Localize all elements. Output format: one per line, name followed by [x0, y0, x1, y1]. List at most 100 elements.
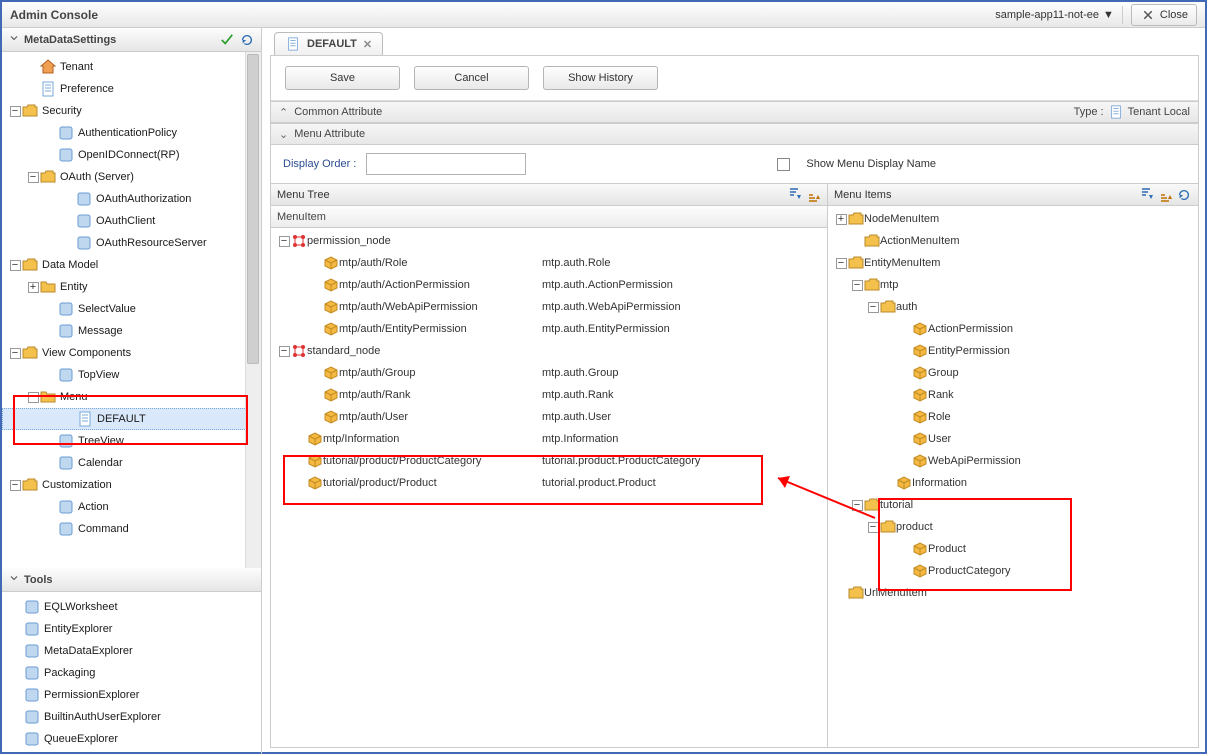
sort-up-icon[interactable] [1157, 187, 1173, 203]
menu-items-row[interactable]: ActionPermission [828, 318, 1198, 340]
save-button[interactable]: Save [285, 66, 400, 90]
sidebar-item[interactable]: −OAuth (Server) [2, 166, 261, 188]
menu-tree-row[interactable]: mtp/auth/ActionPermissionmtp.auth.Action… [271, 274, 827, 296]
tools-item[interactable]: BuiltinAuthUserExplorer [2, 706, 261, 728]
menu-tree-row[interactable]: −permission_node [271, 230, 827, 252]
toggle-icon[interactable]: − [277, 345, 291, 357]
menu-tree-row[interactable]: mtp/Informationmtp.Information [271, 428, 827, 450]
sort-down-icon[interactable] [1138, 187, 1154, 203]
sidebar-item[interactable]: TreeView [2, 430, 261, 452]
menu-attribute-header[interactable]: ⌄ Menu Attribute [271, 123, 1198, 145]
sidebar-item[interactable]: −Customization [2, 474, 261, 496]
sidebar-item[interactable]: OAuthAuthorization [2, 188, 261, 210]
sidebar-item[interactable]: SelectValue [2, 298, 261, 320]
menu-tree-row[interactable]: mtp/auth/Rolemtp.auth.Role [271, 252, 827, 274]
refresh-icon[interactable] [1176, 187, 1192, 203]
sidebar-item[interactable]: TopView [2, 364, 261, 386]
sidebar-item[interactable]: DEFAULT [2, 408, 261, 430]
app-selector[interactable]: sample-app11-not-ee ▼ [995, 9, 1114, 21]
show-history-button[interactable]: Show History [543, 66, 658, 90]
toggle-icon[interactable]: + [26, 281, 40, 293]
sidebar-item[interactable]: Action [2, 496, 261, 518]
sidebar-item[interactable]: OAuthResourceServer [2, 232, 261, 254]
toggle-icon[interactable]: − [850, 499, 864, 511]
sidebar-item[interactable]: Command [2, 518, 261, 540]
toggle-icon[interactable]: − [850, 279, 864, 291]
toggle-icon[interactable]: − [8, 105, 22, 117]
tools-item[interactable]: EQLWorksheet [2, 596, 261, 618]
menu-items-row[interactable]: −tutorial [828, 494, 1198, 516]
toggle-icon[interactable]: − [8, 479, 22, 491]
menu-items-row[interactable]: User [828, 428, 1198, 450]
menu-items-row[interactable]: WebApiPermission [828, 450, 1198, 472]
refresh-icon[interactable] [239, 32, 255, 48]
scrollbar[interactable] [245, 52, 261, 568]
toggle-icon[interactable]: − [277, 235, 291, 247]
sort-up-icon[interactable] [805, 187, 821, 203]
toggle-icon[interactable]: − [26, 391, 40, 403]
menu-items-label: Rank [928, 389, 954, 401]
menu-items-row[interactable]: −EntityMenuItem [828, 252, 1198, 274]
menu-items-row[interactable]: Group [828, 362, 1198, 384]
cancel-button[interactable]: Cancel [414, 66, 529, 90]
toggle-icon[interactable]: + [834, 213, 848, 225]
sidebar-item[interactable]: Tenant [2, 56, 261, 78]
sidebar-item[interactable]: −Menu [2, 386, 261, 408]
menu-items-row[interactable]: ActionMenuItem [828, 230, 1198, 252]
tools-item-label: PermissionExplorer [44, 689, 139, 701]
sidebar-item[interactable]: Calendar [2, 452, 261, 474]
sidebar-item[interactable]: −Security [2, 100, 261, 122]
toggle-icon[interactable]: − [866, 301, 880, 313]
tab-default[interactable]: DEFAULT ✕ [274, 32, 383, 55]
toggle-icon[interactable]: − [8, 259, 22, 271]
menu-tree-row[interactable]: mtp/auth/WebApiPermissionmtp.auth.WebApi… [271, 296, 827, 318]
toggle-icon[interactable]: − [8, 347, 22, 359]
tools-item[interactable]: EntityExplorer [2, 618, 261, 640]
sidebar-item[interactable]: OAuthClient [2, 210, 261, 232]
menu-items-row[interactable]: EntityPermission [828, 340, 1198, 362]
menu-tree-label: mtp/auth/Group [339, 367, 415, 379]
menu-tree-row[interactable]: mtp/auth/EntityPermissionmtp.auth.Entity… [271, 318, 827, 340]
menu-items-row[interactable]: ProductCategory [828, 560, 1198, 582]
menu-items-row[interactable]: Rank [828, 384, 1198, 406]
sidebar-item[interactable]: −Data Model [2, 254, 261, 276]
menu-tree-row[interactable]: tutorial/product/Producttutorial.product… [271, 472, 827, 494]
toggle-icon[interactable]: − [26, 171, 40, 183]
close-button[interactable]: Close [1131, 4, 1197, 26]
sidebar-item[interactable]: AuthenticationPolicy [2, 122, 261, 144]
toggle-icon[interactable]: − [866, 521, 880, 533]
menu-items-row[interactable]: Information [828, 472, 1198, 494]
toggle-icon[interactable]: − [834, 257, 848, 269]
menu-tree-row[interactable]: mtp/auth/Usermtp.auth.User [271, 406, 827, 428]
menu-items-row[interactable]: +NodeMenuItem [828, 208, 1198, 230]
sidebar-item[interactable]: Preference [2, 78, 261, 100]
box-icon [912, 387, 928, 403]
menu-items-row[interactable]: −mtp [828, 274, 1198, 296]
display-order-input[interactable] [366, 153, 526, 175]
menu-items-row[interactable]: Product [828, 538, 1198, 560]
menu-items-row[interactable]: Role [828, 406, 1198, 428]
sidebar-item[interactable]: +Entity [2, 276, 261, 298]
tools-item[interactable]: Packaging [2, 662, 261, 684]
menu-tree-row[interactable]: tutorial/product/ProductCategorytutorial… [271, 450, 827, 472]
menu-tree-row[interactable]: mtp/auth/Rankmtp.auth.Rank [271, 384, 827, 406]
tools-item[interactable]: MetaDataExplorer [2, 640, 261, 662]
sort-down-icon[interactable] [786, 187, 802, 203]
menu-items-row[interactable]: −product [828, 516, 1198, 538]
sidebar-item[interactable]: Message [2, 320, 261, 342]
metadata-settings-header[interactable]: MetaDataSettings [2, 28, 261, 52]
menu-tree-row[interactable]: mtp/auth/Groupmtp.auth.Group [271, 362, 827, 384]
menu-items-row[interactable]: UrlMenuItem [828, 582, 1198, 604]
menu-tree-row[interactable]: −standard_node [271, 340, 827, 362]
check-icon[interactable] [219, 32, 235, 48]
common-attribute-header[interactable]: ⌃ Common Attribute Type : Tenant Local [271, 101, 1198, 123]
show-menu-checkbox[interactable] [777, 158, 790, 171]
tab-close-icon[interactable]: ✕ [363, 38, 372, 51]
tools-item[interactable]: PermissionExplorer [2, 684, 261, 706]
tools-item[interactable]: QueueExplorer [2, 728, 261, 750]
menu-items-row[interactable]: −auth [828, 296, 1198, 318]
oidc-icon [58, 147, 74, 163]
tools-header[interactable]: Tools [2, 568, 261, 592]
sidebar-item[interactable]: OpenIDConnect(RP) [2, 144, 261, 166]
sidebar-item[interactable]: −View Components [2, 342, 261, 364]
